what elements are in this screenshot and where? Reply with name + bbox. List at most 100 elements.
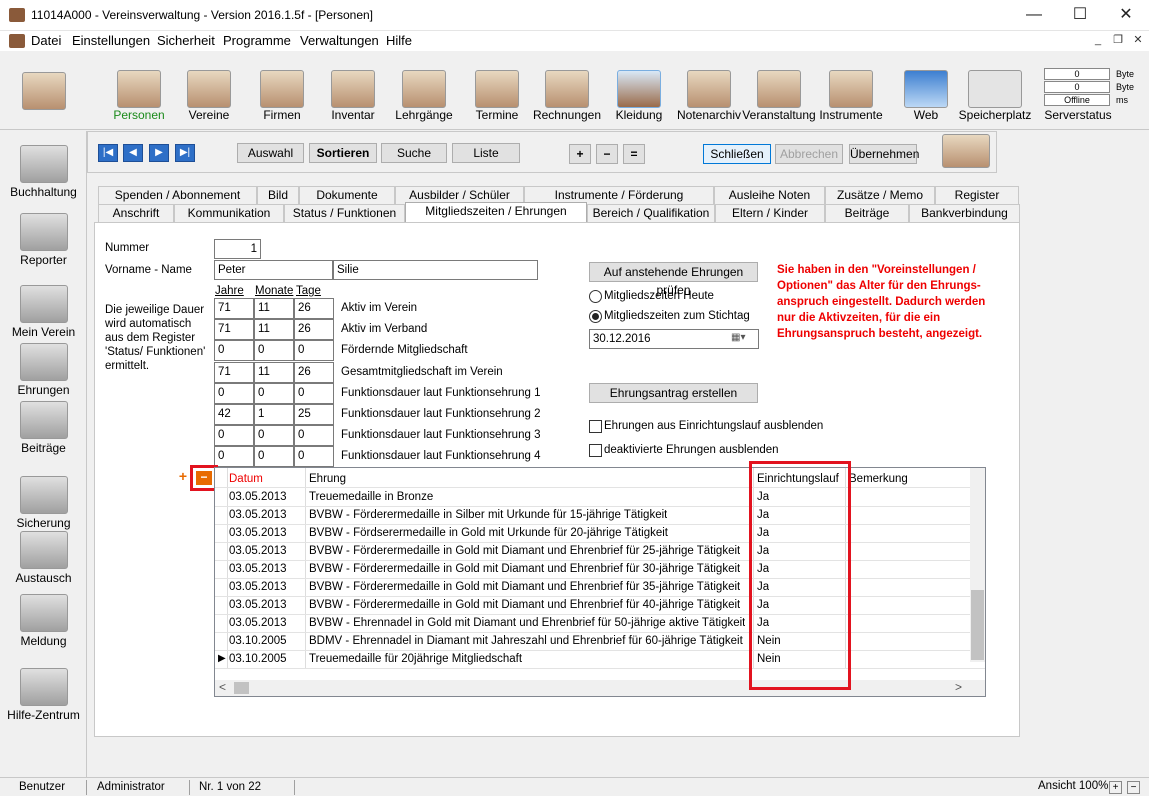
- duration-j-5[interactable]: 42: [214, 404, 254, 425]
- scroll-left-icon[interactable]: <: [219, 680, 226, 694]
- tab-r2-6[interactable]: Beiträge: [825, 204, 909, 222]
- grid-cell-1-1[interactable]: BVBW - Förderermedaille in Silber mit Ur…: [309, 506, 667, 524]
- first-record-icon[interactable]: |◀: [98, 144, 118, 162]
- tab-r1-6[interactable]: Zusätze / Memo: [825, 186, 935, 204]
- mdi-restore-button[interactable]: ❐: [1109, 33, 1127, 49]
- duration-j-6[interactable]: 0: [214, 425, 254, 447]
- menu-einstellungen[interactable]: Einstellungen: [72, 33, 150, 48]
- zoom-out-button[interactable]: −: [1127, 781, 1140, 794]
- abbrechen-button[interactable]: Abbrechen: [775, 144, 843, 164]
- grid-cell-8-1[interactable]: BDMV - Ehrennadel in Diamant mit Jahresz…: [309, 632, 743, 650]
- ehrungsantrag-button[interactable]: Ehrungsantrag erstellen: [589, 383, 758, 403]
- sidebar-austausch-icon[interactable]: [20, 531, 68, 569]
- sidebar-label-8[interactable]: Hilfe-Zentrum: [0, 708, 87, 722]
- toolbar-notenarchiv-icon[interactable]: [687, 70, 731, 108]
- tab-r2-4[interactable]: Bereich / Qualifikation: [587, 204, 715, 222]
- next-record-icon[interactable]: ▶: [149, 144, 169, 162]
- sidebar-beiträge-icon[interactable]: [20, 401, 68, 439]
- duration-t-4[interactable]: 0: [294, 382, 334, 404]
- toolbar-inventar-icon[interactable]: [331, 70, 375, 108]
- grid-cell-0-0[interactable]: 03.05.2013: [229, 488, 287, 506]
- duration-m-6[interactable]: 0: [254, 425, 294, 447]
- duration-t-6[interactable]: 0: [294, 425, 334, 447]
- duration-m-7[interactable]: 0: [254, 446, 294, 468]
- add-record-button[interactable]: +: [569, 144, 591, 164]
- tab-r1-5[interactable]: Ausleihe Noten: [714, 186, 825, 204]
- sidebar-meldung-icon[interactable]: [20, 594, 68, 632]
- maximize-button[interactable]: ☐: [1057, 0, 1103, 31]
- duration-j-7[interactable]: 0: [214, 446, 254, 468]
- toolbar-web-icon[interactable]: [904, 70, 948, 108]
- toolbar-rechnungen-icon[interactable]: [545, 70, 589, 108]
- grid-cell-7-0[interactable]: 03.05.2013: [229, 614, 287, 632]
- mdi-close-button[interactable]: ✕: [1129, 33, 1147, 49]
- sidebar-label-1[interactable]: Reporter: [0, 253, 87, 267]
- duration-m-4[interactable]: 0: [254, 382, 294, 404]
- sidebar-label-2[interactable]: Mein Verein: [0, 325, 87, 339]
- minimize-button[interactable]: —: [1011, 0, 1057, 31]
- toolbar-speicherplatz-icon[interactable]: [968, 70, 1022, 108]
- sidebar-label-6[interactable]: Austausch: [0, 571, 87, 585]
- tab-r1-0[interactable]: Spenden / Abonnement: [98, 186, 257, 204]
- duration-j-0[interactable]: 71: [214, 298, 254, 319]
- duration-m-5[interactable]: 1: [254, 404, 294, 425]
- close-button[interactable]: ✕: [1103, 0, 1149, 31]
- radio-stichtag[interactable]: [589, 310, 602, 323]
- duration-t-5[interactable]: 25: [294, 404, 334, 425]
- grid-cell-5-1[interactable]: BVBW - Förderermedaille in Gold mit Diam…: [309, 578, 740, 596]
- sidebar-buchhaltung-icon[interactable]: [20, 145, 68, 183]
- prev-record-icon[interactable]: ◀: [123, 144, 143, 162]
- toolbar-termine-icon[interactable]: [475, 70, 519, 108]
- tab-r1-1[interactable]: Bild: [257, 186, 299, 204]
- people-icon[interactable]: [22, 72, 66, 110]
- tab-r2-7[interactable]: Bankverbindung: [909, 204, 1020, 222]
- sidebar-meinverein-icon[interactable]: [20, 285, 68, 323]
- toolbar-firmen-icon[interactable]: [260, 70, 304, 108]
- scroll-right-icon[interactable]: >: [955, 680, 962, 694]
- grid-cell-0-1[interactable]: Treuemedaille in Bronze: [309, 488, 433, 506]
- tab-r1-2[interactable]: Dokumente: [299, 186, 395, 204]
- grid-cell-1-0[interactable]: 03.05.2013: [229, 506, 287, 524]
- menu-sicherheit[interactable]: Sicherheit: [157, 33, 215, 48]
- tab-r1-7[interactable]: Register: [935, 186, 1019, 204]
- grid-cell-3-0[interactable]: 03.05.2013: [229, 542, 287, 560]
- last-record-icon[interactable]: ▶|: [175, 144, 195, 162]
- sidebar-label-3[interactable]: Ehrungen: [0, 383, 87, 397]
- duration-j-3[interactable]: 71: [214, 361, 254, 383]
- sidebar-label-5[interactable]: Sicherung: [0, 516, 87, 530]
- sidebar-reporter-icon[interactable]: [20, 213, 68, 251]
- sidebar-label-0[interactable]: Buchhaltung: [0, 185, 87, 199]
- duration-t-2[interactable]: 0: [294, 340, 334, 362]
- grid-cell-2-1[interactable]: BVBW - Fördserermedaille in Gold mit Urk…: [309, 524, 668, 542]
- menu-verwaltungen[interactable]: Verwaltungen: [300, 33, 379, 48]
- cb-einrichtungslauf[interactable]: [589, 420, 602, 433]
- schliessen-button[interactable]: Schließen: [703, 144, 771, 164]
- remove-ehrung-icon[interactable]: −: [196, 471, 212, 485]
- header-ehrung[interactable]: Ehrung: [309, 470, 346, 488]
- sidebar-label-7[interactable]: Meldung: [0, 634, 87, 648]
- duration-m-1[interactable]: 11: [254, 319, 294, 341]
- check-ehrungen-button[interactable]: Auf anstehende Ehrungen prüfen: [589, 262, 758, 297]
- sidebar-ehrungen-icon[interactable]: [20, 343, 68, 381]
- uebernehmen-button[interactable]: Übernehmen: [849, 144, 919, 164]
- grid-cell-3-1[interactable]: BVBW - Förderermedaille in Gold mit Diam…: [309, 542, 740, 560]
- duration-t-7[interactable]: 0: [294, 446, 334, 468]
- sidebar-label-4[interactable]: Beiträge: [0, 441, 87, 455]
- duration-m-0[interactable]: 11: [254, 298, 294, 319]
- mdi-minimize-button[interactable]: _: [1089, 33, 1107, 49]
- tab-r2-5[interactable]: Eltern / Kinder: [715, 204, 825, 222]
- horizontal-scroll-thumb[interactable]: [234, 682, 249, 694]
- grid-cell-8-0[interactable]: 03.10.2005: [229, 632, 287, 650]
- zoom-in-button[interactable]: +: [1109, 781, 1122, 794]
- toolbar-lehrgänge-icon[interactable]: [402, 70, 446, 108]
- grid-cell-4-0[interactable]: 03.05.2013: [229, 560, 287, 578]
- duration-t-1[interactable]: 26: [294, 319, 334, 341]
- sortieren-button[interactable]: Sortieren: [309, 143, 377, 163]
- liste-button[interactable]: Liste: [452, 143, 520, 163]
- tab-r2-2[interactable]: Status / Funktionen: [284, 204, 405, 222]
- tab-r2-0[interactable]: Anschrift: [98, 204, 174, 222]
- grid-cell-7-1[interactable]: BVBW - Ehrennadel in Gold mit Diamant un…: [309, 614, 745, 632]
- tab-r2-3[interactable]: Mitgliedszeiten / Ehrungen: [405, 202, 587, 223]
- grid-cell-9-0[interactable]: 03.10.2005: [229, 650, 287, 668]
- header-bemerkung[interactable]: Bemerkung: [849, 470, 908, 488]
